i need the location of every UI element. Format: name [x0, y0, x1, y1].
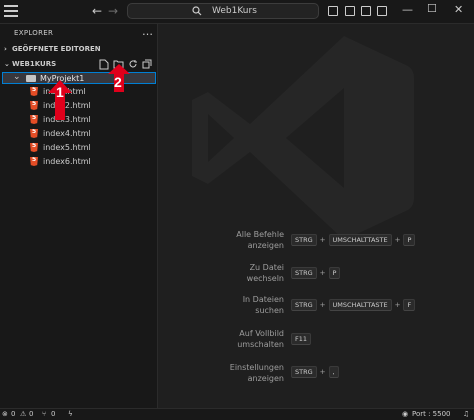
shortcut-go-to-file: Zu Datei wechseln STRG + P — [0, 262, 474, 290]
ports-count[interactable]: 0 — [51, 410, 55, 418]
open-editors-section[interactable]: › GEÖFFNETE EDITOREN — [4, 45, 101, 53]
ports-icon[interactable]: ⑂ — [42, 410, 46, 418]
vscode-logo-watermark — [192, 36, 414, 240]
file-item[interactable]: index6.html — [30, 156, 150, 168]
shortcut-label: Einstellungen anzeigen — [229, 363, 284, 383]
workspace-section[interactable]: ⌄ WEB1KURS — [4, 60, 56, 68]
back-arrow-icon[interactable]: ← — [92, 4, 102, 18]
collapse-all-icon[interactable] — [142, 59, 152, 69]
shortcut-keys: STRG + P — [291, 267, 341, 279]
shortcut-keys: F11 — [291, 333, 312, 345]
shortcut-keys: STRG + UMSCHALTTASTE + P — [291, 234, 416, 246]
shortcut-show-all-commands: Alle Befehle anzeigen STRG + UMSCHALTTASTE +… — [0, 229, 474, 257]
command-center-text: Web1Kurs — [212, 6, 257, 16]
live-share-icon[interactable]: ϟ — [68, 410, 73, 418]
html-file-icon — [30, 101, 38, 110]
warnings-count[interactable]: 0 — [29, 410, 33, 418]
annotation-number: 2 — [114, 74, 122, 90]
annotation-number: 1 — [56, 84, 64, 100]
shortcut-keys: STRG +, — [291, 366, 339, 378]
file-label: index5.html — [43, 143, 91, 152]
title-bar: ← → Web1Kurs — ☐ ✕ — [0, 0, 474, 24]
annotation-arrow-2: 2 — [108, 64, 130, 92]
chevron-down-icon: ⌄ — [13, 72, 21, 82]
shortcut-toggle-fullscreen: Auf Vollbild umschalten F11 — [0, 328, 474, 356]
command-center-search[interactable]: Web1Kurs — [127, 3, 319, 19]
html-file-icon — [30, 87, 38, 96]
shortcut-show-settings: Einstellungen anzeigen STRG +, — [0, 362, 474, 390]
chevron-down-icon: ⌄ — [4, 60, 10, 68]
folder-icon — [26, 75, 36, 82]
search-icon — [192, 6, 202, 16]
close-icon[interactable]: ✕ — [454, 3, 463, 16]
shortcut-label: Alle Befehle anzeigen — [236, 230, 284, 250]
html-file-icon — [30, 115, 38, 124]
annotation-arrow-1: 1 — [48, 80, 72, 120]
status-bar: ⊗ 0 ⚠ 0 ⑂ 0 ϟ ◉ Port : 5500 ♫ — [0, 408, 474, 420]
file-label: index6.html — [43, 157, 91, 166]
errors-count[interactable]: 0 — [11, 410, 15, 418]
toggle-panel-icon[interactable] — [345, 6, 355, 16]
explorer-title: EXPLORER — [14, 29, 54, 37]
menu-icon[interactable] — [4, 5, 18, 17]
errors-icon[interactable]: ⊗ — [2, 410, 8, 418]
folder-myprojekt1[interactable]: ⌄ MyProjekt1 — [2, 72, 156, 84]
notifications-icon[interactable]: ♫ — [463, 410, 469, 418]
forward-arrow-icon[interactable]: → — [108, 4, 118, 18]
minimize-icon[interactable]: — — [402, 3, 413, 16]
shortcut-find-in-files: In Dateien suchen STRG + UMSCHALTTASTE + F — [0, 294, 474, 322]
chevron-right-icon: › — [4, 45, 7, 53]
toggle-secondary-sidebar-icon[interactable] — [361, 6, 371, 16]
more-actions-icon[interactable]: … — [142, 25, 153, 38]
file-item[interactable]: index5.html — [30, 142, 150, 154]
shortcut-label: Zu Datei wechseln — [246, 263, 284, 283]
html-file-icon — [30, 129, 38, 138]
open-editors-label: GEÖFFNETE EDITOREN — [12, 45, 101, 53]
warnings-icon[interactable]: ⚠ — [20, 410, 26, 418]
file-label: index4.html — [43, 129, 91, 138]
shortcut-label: In Dateien suchen — [242, 295, 284, 315]
broadcast-icon: ◉ — [402, 410, 409, 418]
html-file-icon — [30, 143, 38, 152]
maximize-icon[interactable]: ☐ — [427, 2, 437, 15]
shortcut-keys: STRG + UMSCHALTTASTE + F — [291, 299, 416, 311]
port-status[interactable]: Port : 5500 — [412, 410, 451, 418]
customize-layout-icon[interactable] — [377, 6, 387, 16]
workspace-label: WEB1KURS — [12, 60, 57, 68]
html-file-icon — [30, 157, 38, 166]
file-item[interactable]: index4.html — [30, 128, 150, 140]
shortcut-label: Auf Vollbild umschalten — [237, 329, 284, 349]
toggle-sidebar-icon[interactable] — [328, 6, 338, 16]
